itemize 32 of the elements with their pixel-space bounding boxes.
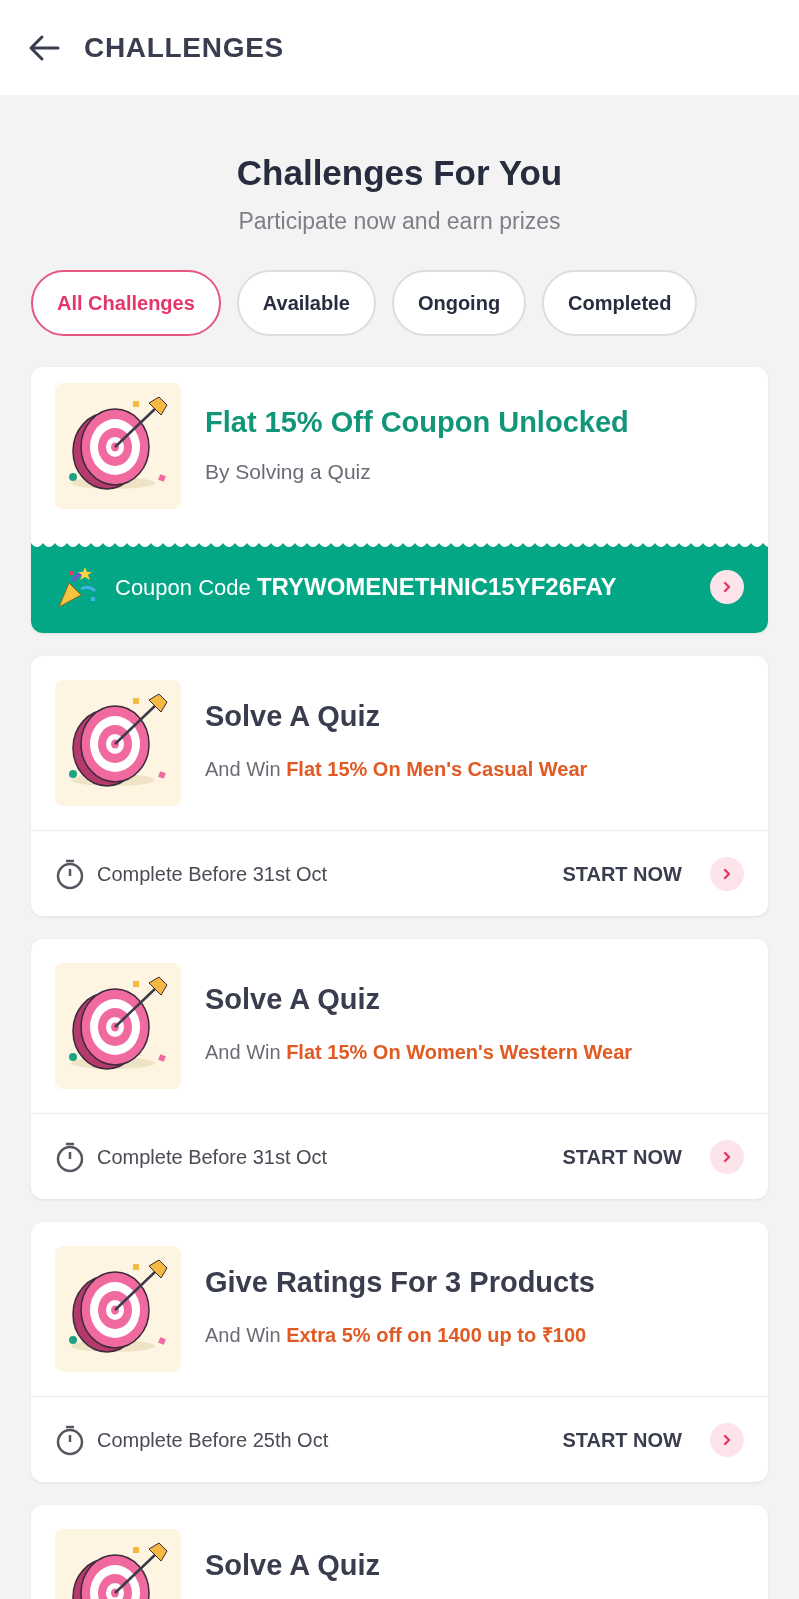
deadline-text: Complete Before 31st Oct — [97, 1144, 329, 1170]
chevron-right-icon[interactable] — [710, 1139, 744, 1174]
start-now-button[interactable]: START NOW — [562, 1141, 682, 1172]
challenge-reward: And Win Flat 15% On Women's Western Wear — [205, 1040, 633, 1066]
deadline-text: Complete Before 31st Oct — [97, 861, 329, 887]
challenge-reward: And Win Flat 15% On Men's Casual Wear — [205, 757, 588, 783]
start-now-button[interactable]: START NOW — [562, 858, 682, 889]
filter-chip[interactable]: Available — [236, 270, 376, 336]
challenge-title: Solve A Quiz — [205, 699, 382, 734]
challenge-subtitle: By Solving a Quiz — [205, 459, 372, 486]
deadline-text: Complete Before 25th Oct — [97, 1427, 330, 1453]
page-title: CHALLENGES — [84, 30, 284, 65]
chevron-right-icon[interactable] — [710, 1422, 744, 1457]
challenge-reward: And Win Extra 5% off on 1400 up to ₹100 — [205, 1323, 588, 1349]
challenge-title: Solve A Quiz — [205, 1548, 381, 1583]
start-now-button[interactable]: START NOW — [562, 1424, 682, 1455]
filter-chip[interactable]: Completed — [542, 270, 698, 336]
challenge-title: Flat 15% Off Coupon Unlocked — [205, 405, 629, 441]
chevron-right-icon[interactable] — [710, 570, 744, 604]
timer-icon — [55, 1423, 85, 1456]
timer-icon — [55, 1140, 85, 1173]
coupon-code-text: Coupon Code TRYWOMENETHNIC15YF26FAY — [115, 572, 618, 602]
challenge-title: Solve A Quiz — [205, 982, 382, 1017]
filter-chip[interactable]: All Challenges — [31, 270, 221, 336]
timer-icon — [55, 857, 85, 890]
filter-chip[interactable]: Ongoing — [391, 270, 527, 336]
section-subtitle: Participate now and earn prizes — [238, 206, 561, 236]
section-title: Challenges For You — [236, 152, 563, 194]
challenge-title: Give Ratings For 3 Products — [205, 1265, 595, 1300]
chevron-right-icon[interactable] — [710, 856, 744, 891]
back-arrow-icon[interactable] — [28, 33, 60, 62]
party-popper-icon — [55, 565, 99, 609]
